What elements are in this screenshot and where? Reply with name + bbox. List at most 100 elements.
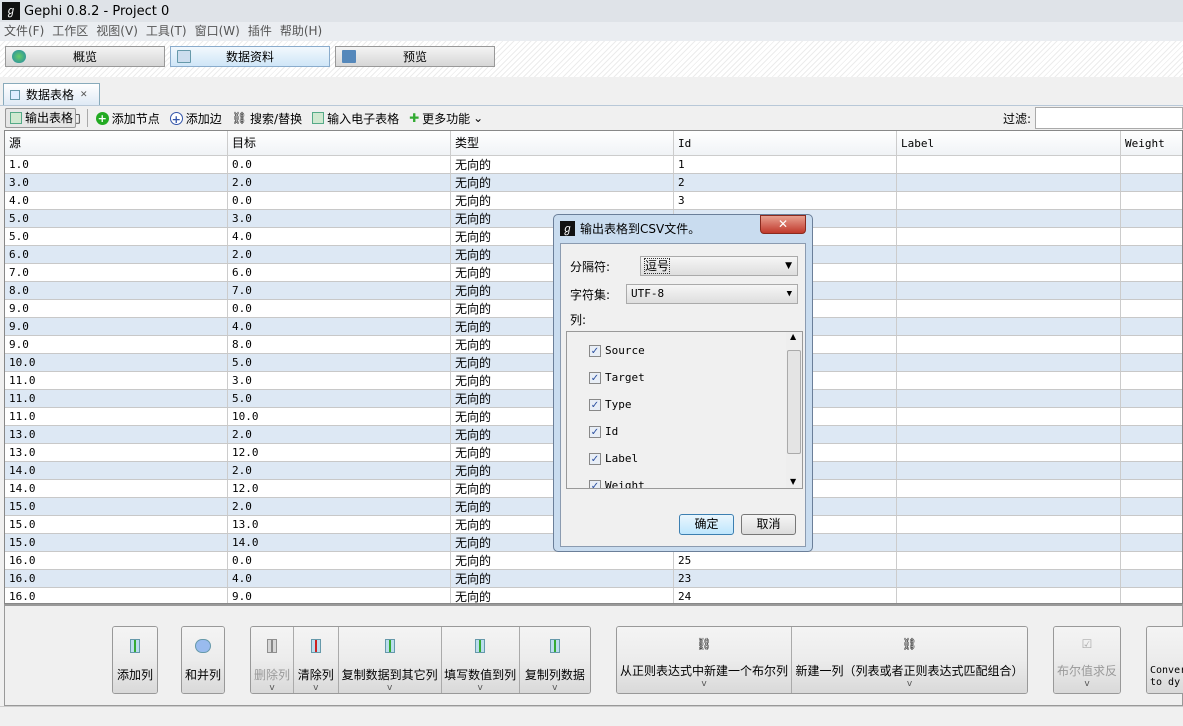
- table-cell[interactable]: [897, 390, 1121, 407]
- table-cell[interactable]: 4.0: [228, 570, 451, 587]
- table-cell[interactable]: [1121, 210, 1182, 227]
- column-header[interactable]: 源: [5, 131, 228, 155]
- table-cell[interactable]: 4.0: [228, 228, 451, 245]
- close-button[interactable]: ✕: [760, 215, 806, 234]
- table-cell[interactable]: 15.0: [5, 516, 228, 533]
- table-cell[interactable]: [897, 480, 1121, 497]
- scrollbar[interactable]: ▲ ▼: [786, 332, 802, 488]
- separator-select[interactable]: 逗号 ▼: [640, 256, 798, 276]
- regex-boolean-column-button[interactable]: ⛓ 从正则表达式中新建一个布尔列 v: [617, 627, 792, 693]
- table-cell[interactable]: [1121, 390, 1182, 407]
- tab-data-table[interactable]: 数据表格 ✕: [3, 83, 100, 105]
- table-cell[interactable]: 8.0: [228, 336, 451, 353]
- table-cell[interactable]: [1121, 282, 1182, 299]
- table-cell[interactable]: 2.0: [228, 246, 451, 263]
- table-cell[interactable]: 无向的: [451, 192, 674, 209]
- table-cell[interactable]: 9.0: [5, 300, 228, 317]
- checkbox-icon[interactable]: ✓: [589, 398, 601, 411]
- table-cell[interactable]: 无向的: [451, 570, 674, 587]
- close-icon[interactable]: ✕: [80, 90, 88, 100]
- column-header[interactable]: 目标: [228, 131, 451, 155]
- table-cell[interactable]: 14.0: [5, 462, 228, 479]
- table-cell[interactable]: 2.0: [228, 498, 451, 515]
- table-row[interactable]: 16.0 9.0 无向的 24: [5, 588, 1182, 603]
- search-replace-button[interactable]: ⛓ 搜索/替换: [230, 108, 304, 129]
- table-cell[interactable]: 24: [674, 588, 897, 603]
- table-cell[interactable]: [897, 174, 1121, 191]
- table-cell[interactable]: 5.0: [228, 354, 451, 371]
- table-cell[interactable]: [897, 516, 1121, 533]
- table-cell[interactable]: 14.0: [5, 480, 228, 497]
- column-checkbox[interactable]: ✓ Target: [567, 364, 802, 391]
- table-cell[interactable]: [897, 372, 1121, 389]
- table-cell[interactable]: [1121, 318, 1182, 335]
- column-header[interactable]: Weight: [1121, 131, 1182, 155]
- menu-window[interactable]: 窗口(W): [191, 22, 244, 41]
- table-cell[interactable]: 7.0: [228, 282, 451, 299]
- table-cell[interactable]: 16.0: [5, 552, 228, 569]
- column-checkbox[interactable]: ✓ Id: [567, 418, 802, 445]
- table-cell[interactable]: [897, 318, 1121, 335]
- add-node-button[interactable]: + 添加节点: [94, 108, 162, 129]
- table-cell[interactable]: 10.0: [228, 408, 451, 425]
- export-table-button[interactable]: 输出表格: [5, 108, 77, 128]
- table-cell[interactable]: 7.0: [5, 264, 228, 281]
- table-cell[interactable]: [897, 552, 1121, 569]
- table-cell[interactable]: 0.0: [228, 156, 451, 173]
- cancel-button[interactable]: 取消: [741, 514, 796, 535]
- table-row[interactable]: 16.0 0.0 无向的 25: [5, 552, 1182, 570]
- table-cell[interactable]: 16.0: [5, 588, 228, 603]
- checkbox-icon[interactable]: ✓: [589, 452, 601, 465]
- table-row[interactable]: 16.0 4.0 无向的 23: [5, 570, 1182, 588]
- column-checkbox[interactable]: ✓ Source: [567, 337, 802, 364]
- table-cell[interactable]: [897, 156, 1121, 173]
- table-cell[interactable]: [1121, 570, 1182, 587]
- preview-button[interactable]: 预览: [335, 46, 495, 67]
- charset-select[interactable]: UTF-8 ▼: [626, 284, 798, 304]
- table-cell[interactable]: 2: [674, 174, 897, 191]
- table-cell[interactable]: [1121, 354, 1182, 371]
- overview-button[interactable]: 概览: [5, 46, 165, 67]
- table-cell[interactable]: [1121, 588, 1182, 603]
- more-actions-button[interactable]: ✚ 更多功能 ⌄: [407, 108, 485, 129]
- table-cell[interactable]: 9.0: [5, 336, 228, 353]
- delete-column-button[interactable]: 删除列 v: [251, 627, 294, 693]
- table-cell[interactable]: 2.0: [228, 462, 451, 479]
- merge-columns-button[interactable]: 和并列: [182, 627, 224, 693]
- menu-help[interactable]: 帮助(H): [276, 22, 326, 41]
- table-cell[interactable]: [1121, 246, 1182, 263]
- table-cell[interactable]: [1121, 228, 1182, 245]
- filter-input[interactable]: [1035, 107, 1183, 129]
- table-cell[interactable]: [897, 498, 1121, 515]
- checkbox-icon[interactable]: ✓: [589, 425, 601, 438]
- table-cell[interactable]: [897, 426, 1121, 443]
- table-cell[interactable]: 0.0: [228, 192, 451, 209]
- checkbox-icon[interactable]: ✓: [589, 479, 601, 488]
- scrollbar-thumb[interactable]: [787, 350, 801, 454]
- table-cell[interactable]: [1121, 264, 1182, 281]
- menu-file[interactable]: 文件(F): [0, 22, 48, 41]
- table-cell[interactable]: 15.0: [5, 534, 228, 551]
- table-cell[interactable]: [1121, 156, 1182, 173]
- checkbox-icon[interactable]: ✓: [589, 344, 601, 357]
- table-cell[interactable]: 9.0: [5, 318, 228, 335]
- table-cell[interactable]: 6.0: [5, 246, 228, 263]
- table-cell[interactable]: 5.0: [228, 390, 451, 407]
- table-cell[interactable]: 1: [674, 156, 897, 173]
- add-edge-button[interactable]: + 添加边: [168, 108, 224, 129]
- table-cell[interactable]: [1121, 174, 1182, 191]
- table-cell[interactable]: [897, 444, 1121, 461]
- table-cell[interactable]: 无向的: [451, 588, 674, 603]
- table-cell[interactable]: [897, 228, 1121, 245]
- table-cell[interactable]: [897, 264, 1121, 281]
- menu-view[interactable]: 视图(V): [92, 22, 142, 41]
- table-cell[interactable]: 2.0: [228, 426, 451, 443]
- menu-tools[interactable]: 工具(T): [142, 22, 191, 41]
- table-cell[interactable]: [897, 570, 1121, 587]
- add-column-button[interactable]: 添加列: [113, 627, 157, 693]
- column-checkbox[interactable]: ✓ Label: [567, 445, 802, 472]
- table-cell[interactable]: 13.0: [228, 516, 451, 533]
- table-cell[interactable]: [1121, 516, 1182, 533]
- table-cell[interactable]: 11.0: [5, 390, 228, 407]
- duplicate-column-button[interactable]: 复制列数据 v: [519, 627, 590, 693]
